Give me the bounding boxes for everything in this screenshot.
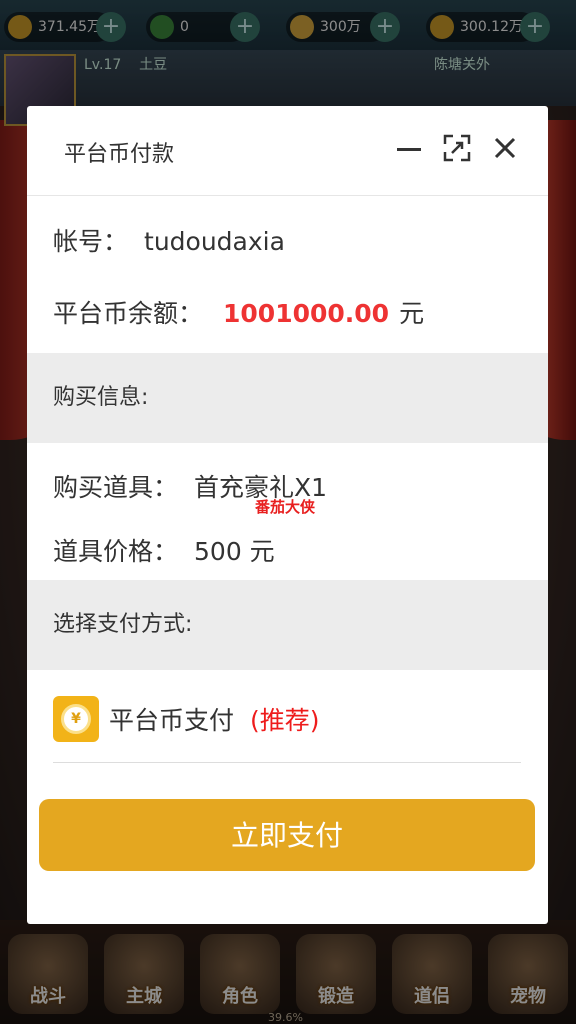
price-value: 500 元 — [194, 537, 275, 566]
price-row: 道具价格： 500 元 — [27, 532, 548, 568]
dialog-title: 平台币付款 — [64, 142, 175, 167]
close-icon — [494, 137, 516, 159]
dialog-header: 平台币付款 — [27, 106, 548, 196]
payment-option-label: 平台币支付 — [109, 706, 235, 735]
close-button[interactable] — [489, 132, 521, 164]
minimize-button[interactable] — [393, 132, 425, 164]
payment-method-section: 选择支付方式: — [27, 580, 548, 670]
balance-value: 1001000.00 — [223, 299, 390, 328]
watermark: 番茄大侠 — [255, 498, 316, 516]
recommend-label: (推荐) — [250, 706, 320, 735]
purchase-info-section: 购买信息: — [27, 353, 548, 443]
purchase-info-label: 购买信息: — [53, 385, 149, 410]
item-label: 购买道具： — [53, 473, 179, 502]
account-label: 帐号： — [53, 227, 129, 256]
account-row: 帐号： tudoudaxia — [27, 222, 548, 258]
price-label: 道具价格： — [53, 537, 179, 566]
payment-method-label: 选择支付方式: — [53, 612, 193, 637]
coin-icon: ¥ — [53, 696, 99, 742]
balance-label: 平台币余额： — [53, 299, 204, 328]
minimize-icon — [397, 148, 421, 151]
balance-row: 平台币余额： 1001000.00 元 — [27, 294, 548, 330]
platform-coin-payment-option[interactable]: ¥ 平台币支付 (推荐) — [53, 696, 320, 742]
maximize-icon — [443, 134, 471, 162]
balance-unit: 元 — [399, 299, 425, 328]
account-value: tudoudaxia — [144, 227, 285, 256]
maximize-button[interactable] — [441, 132, 473, 164]
yuan-coin-symbol: ¥ — [61, 704, 91, 734]
payment-divider — [53, 762, 521, 763]
payment-dialog: 平台币付款 帐号： tudoudaxia 平台币余额： 1001000.00 元 购买… — [27, 106, 548, 924]
pay-now-button[interactable]: 立即支付 — [39, 799, 535, 871]
